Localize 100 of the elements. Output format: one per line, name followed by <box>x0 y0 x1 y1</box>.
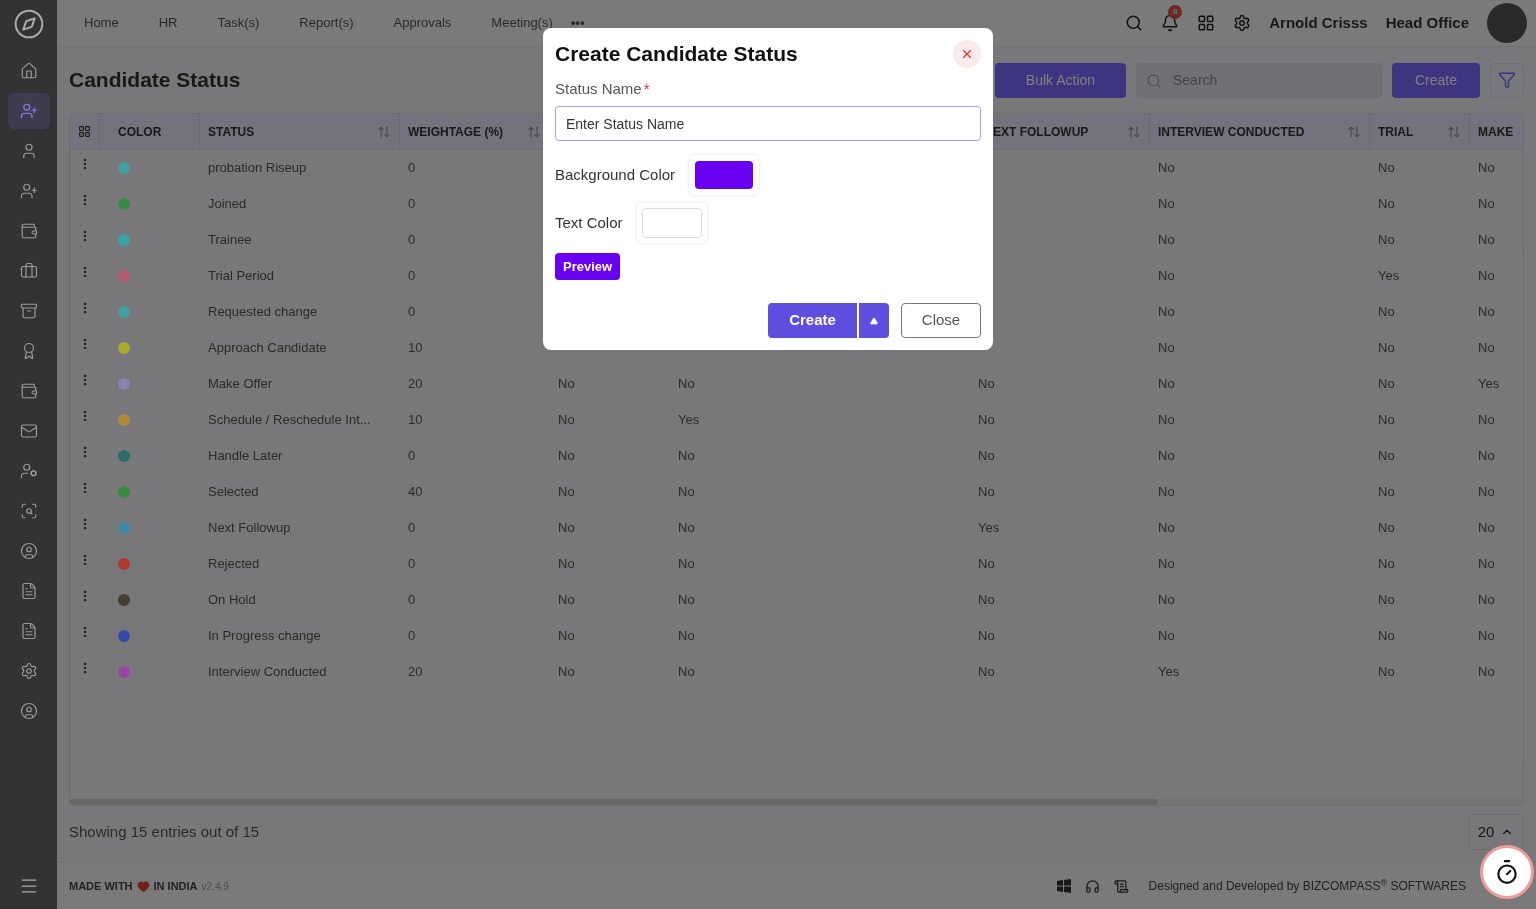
column-header[interactable]: MAKE <box>1478 122 1514 141</box>
table-cell: 0 <box>408 556 416 572</box>
column-header[interactable]: INTERVIEW CONDUCTED <box>1158 122 1305 141</box>
nav-link[interactable]: Task(s) <box>217 13 260 33</box>
table-cell: No <box>558 412 575 428</box>
status-name-label: Status Name <box>555 79 642 97</box>
timer-button[interactable] <box>1480 845 1534 899</box>
table-cell: No <box>1478 412 1495 428</box>
table-cell: No <box>1478 664 1495 680</box>
table-cell: No <box>978 484 995 500</box>
table-cell: 40 <box>408 484 423 500</box>
table-cell: Yes <box>1478 376 1500 392</box>
bulk-action-button[interactable]: Bulk Action <box>995 62 1126 98</box>
table-cell: No <box>1158 304 1175 320</box>
table-cell: In Progress change <box>208 628 321 644</box>
table-cell: Yes <box>678 412 700 428</box>
heart-icon <box>136 879 150 893</box>
page-title: Candidate Status <box>69 67 241 94</box>
table-cell: No <box>1378 160 1395 176</box>
table-cell: No <box>1478 592 1495 608</box>
table-cell: No <box>678 628 695 644</box>
table-cell: No <box>558 376 575 392</box>
table-cell: No <box>678 556 695 572</box>
table-cell: Trial Period <box>208 268 274 284</box>
table-cell: No <box>678 592 695 608</box>
user-plus-icon[interactable] <box>7 93 50 129</box>
table-cell: No <box>678 520 695 536</box>
document-icon[interactable] <box>1113 878 1129 894</box>
create-button[interactable]: Create <box>1392 62 1480 98</box>
table-cell: Approach Candidate <box>208 340 327 356</box>
table-cell: No <box>1158 232 1175 248</box>
table-cell: No <box>1478 268 1495 284</box>
bell-icon[interactable] <box>1161 14 1180 32</box>
search-icon[interactable] <box>1125 14 1144 32</box>
table-cell: No <box>1158 484 1175 500</box>
stopwatch-icon[interactable] <box>1494 859 1520 885</box>
text-color-label: Text Color <box>555 212 623 233</box>
column-header[interactable]: WEIGHTAGE (%) <box>408 122 504 141</box>
close-button[interactable]: Close <box>901 303 981 338</box>
table-cell: No <box>1378 556 1395 572</box>
table-cell: 10 <box>408 412 423 428</box>
entries-summary: Showing 15 entries out of 15 <box>69 821 260 842</box>
office-name[interactable]: Head Office <box>1385 11 1469 35</box>
table-cell: No <box>1378 232 1395 248</box>
apps-grid-icon[interactable] <box>1197 14 1216 32</box>
caret-icon[interactable] <box>870 316 878 325</box>
table-cell: Make Offer <box>208 376 273 392</box>
preview-button[interactable]: Preview <box>555 253 621 280</box>
table-cell: No <box>1478 556 1495 572</box>
text-color-swatch[interactable] <box>641 208 702 238</box>
table-cell: No <box>1378 592 1395 608</box>
table-cell: No <box>978 412 995 428</box>
table-cell: No <box>1478 448 1495 464</box>
dropdown-toggle-button[interactable] <box>859 303 889 338</box>
create-button[interactable]: Create <box>768 303 857 338</box>
dialog-title: Create Candidate Status <box>555 41 798 67</box>
nav-link[interactable]: Meeting(s) <box>491 13 553 33</box>
nav-link[interactable]: Report(s) <box>299 13 354 33</box>
filter-button[interactable] <box>1490 62 1524 98</box>
table-cell: No <box>1158 376 1175 392</box>
table-cell: No <box>1158 448 1175 464</box>
close-icon-button[interactable] <box>953 39 981 68</box>
table-cell: 0 <box>408 160 416 176</box>
status-name-field[interactable]: Enter Status Name <box>555 106 981 141</box>
table-cell: Schedule / Reschedule Int... <box>208 412 371 428</box>
in-india-text: IN INDIA <box>153 878 198 894</box>
nav-link[interactable]: Home <box>84 13 119 33</box>
windows-logo-icon[interactable] <box>1056 879 1071 893</box>
background-color-swatch[interactable] <box>695 161 754 189</box>
table-cell: 0 <box>408 268 416 284</box>
compass-logo-icon <box>12 7 45 40</box>
headset-icon[interactable] <box>1084 878 1100 894</box>
table-cell: No <box>678 448 695 464</box>
nav-link[interactable]: HR <box>158 13 178 33</box>
table-cell: No <box>1478 304 1495 320</box>
column-settings-icon[interactable] <box>78 125 91 138</box>
table-cell: No <box>1378 304 1395 320</box>
table-cell: No <box>1478 160 1495 176</box>
column-header: COLOR <box>118 123 162 141</box>
settings-icon[interactable] <box>1233 14 1252 32</box>
table-cell: No <box>978 628 995 644</box>
filter-icon[interactable] <box>1498 71 1516 89</box>
nav-link[interactable]: Approvals <box>393 13 452 33</box>
table-cell: No <box>1378 520 1395 536</box>
table-cell: No <box>678 484 695 500</box>
table-cell: No <box>1158 160 1175 176</box>
avatar[interactable] <box>1487 3 1527 43</box>
notification-count: 8 <box>1168 5 1183 19</box>
table-cell: No <box>978 664 995 680</box>
table-cell: No <box>1378 484 1395 500</box>
column-header[interactable]: TRIAL <box>1378 122 1414 141</box>
table-cell: No <box>1158 592 1175 608</box>
table-cell: No <box>1478 484 1495 500</box>
table-cell: No <box>1378 340 1395 356</box>
credit-text: Designed and Developed by BIZCOMPASS$^{®}$ SOFTWARES <box>1148 877 1466 895</box>
table-cell: No <box>1158 520 1175 536</box>
table-cell: No <box>1158 268 1175 284</box>
column-header[interactable]: STATUS <box>208 122 255 141</box>
table-cell: No <box>978 448 995 464</box>
user-name[interactable]: Arnold Crisss <box>1269 11 1368 35</box>
